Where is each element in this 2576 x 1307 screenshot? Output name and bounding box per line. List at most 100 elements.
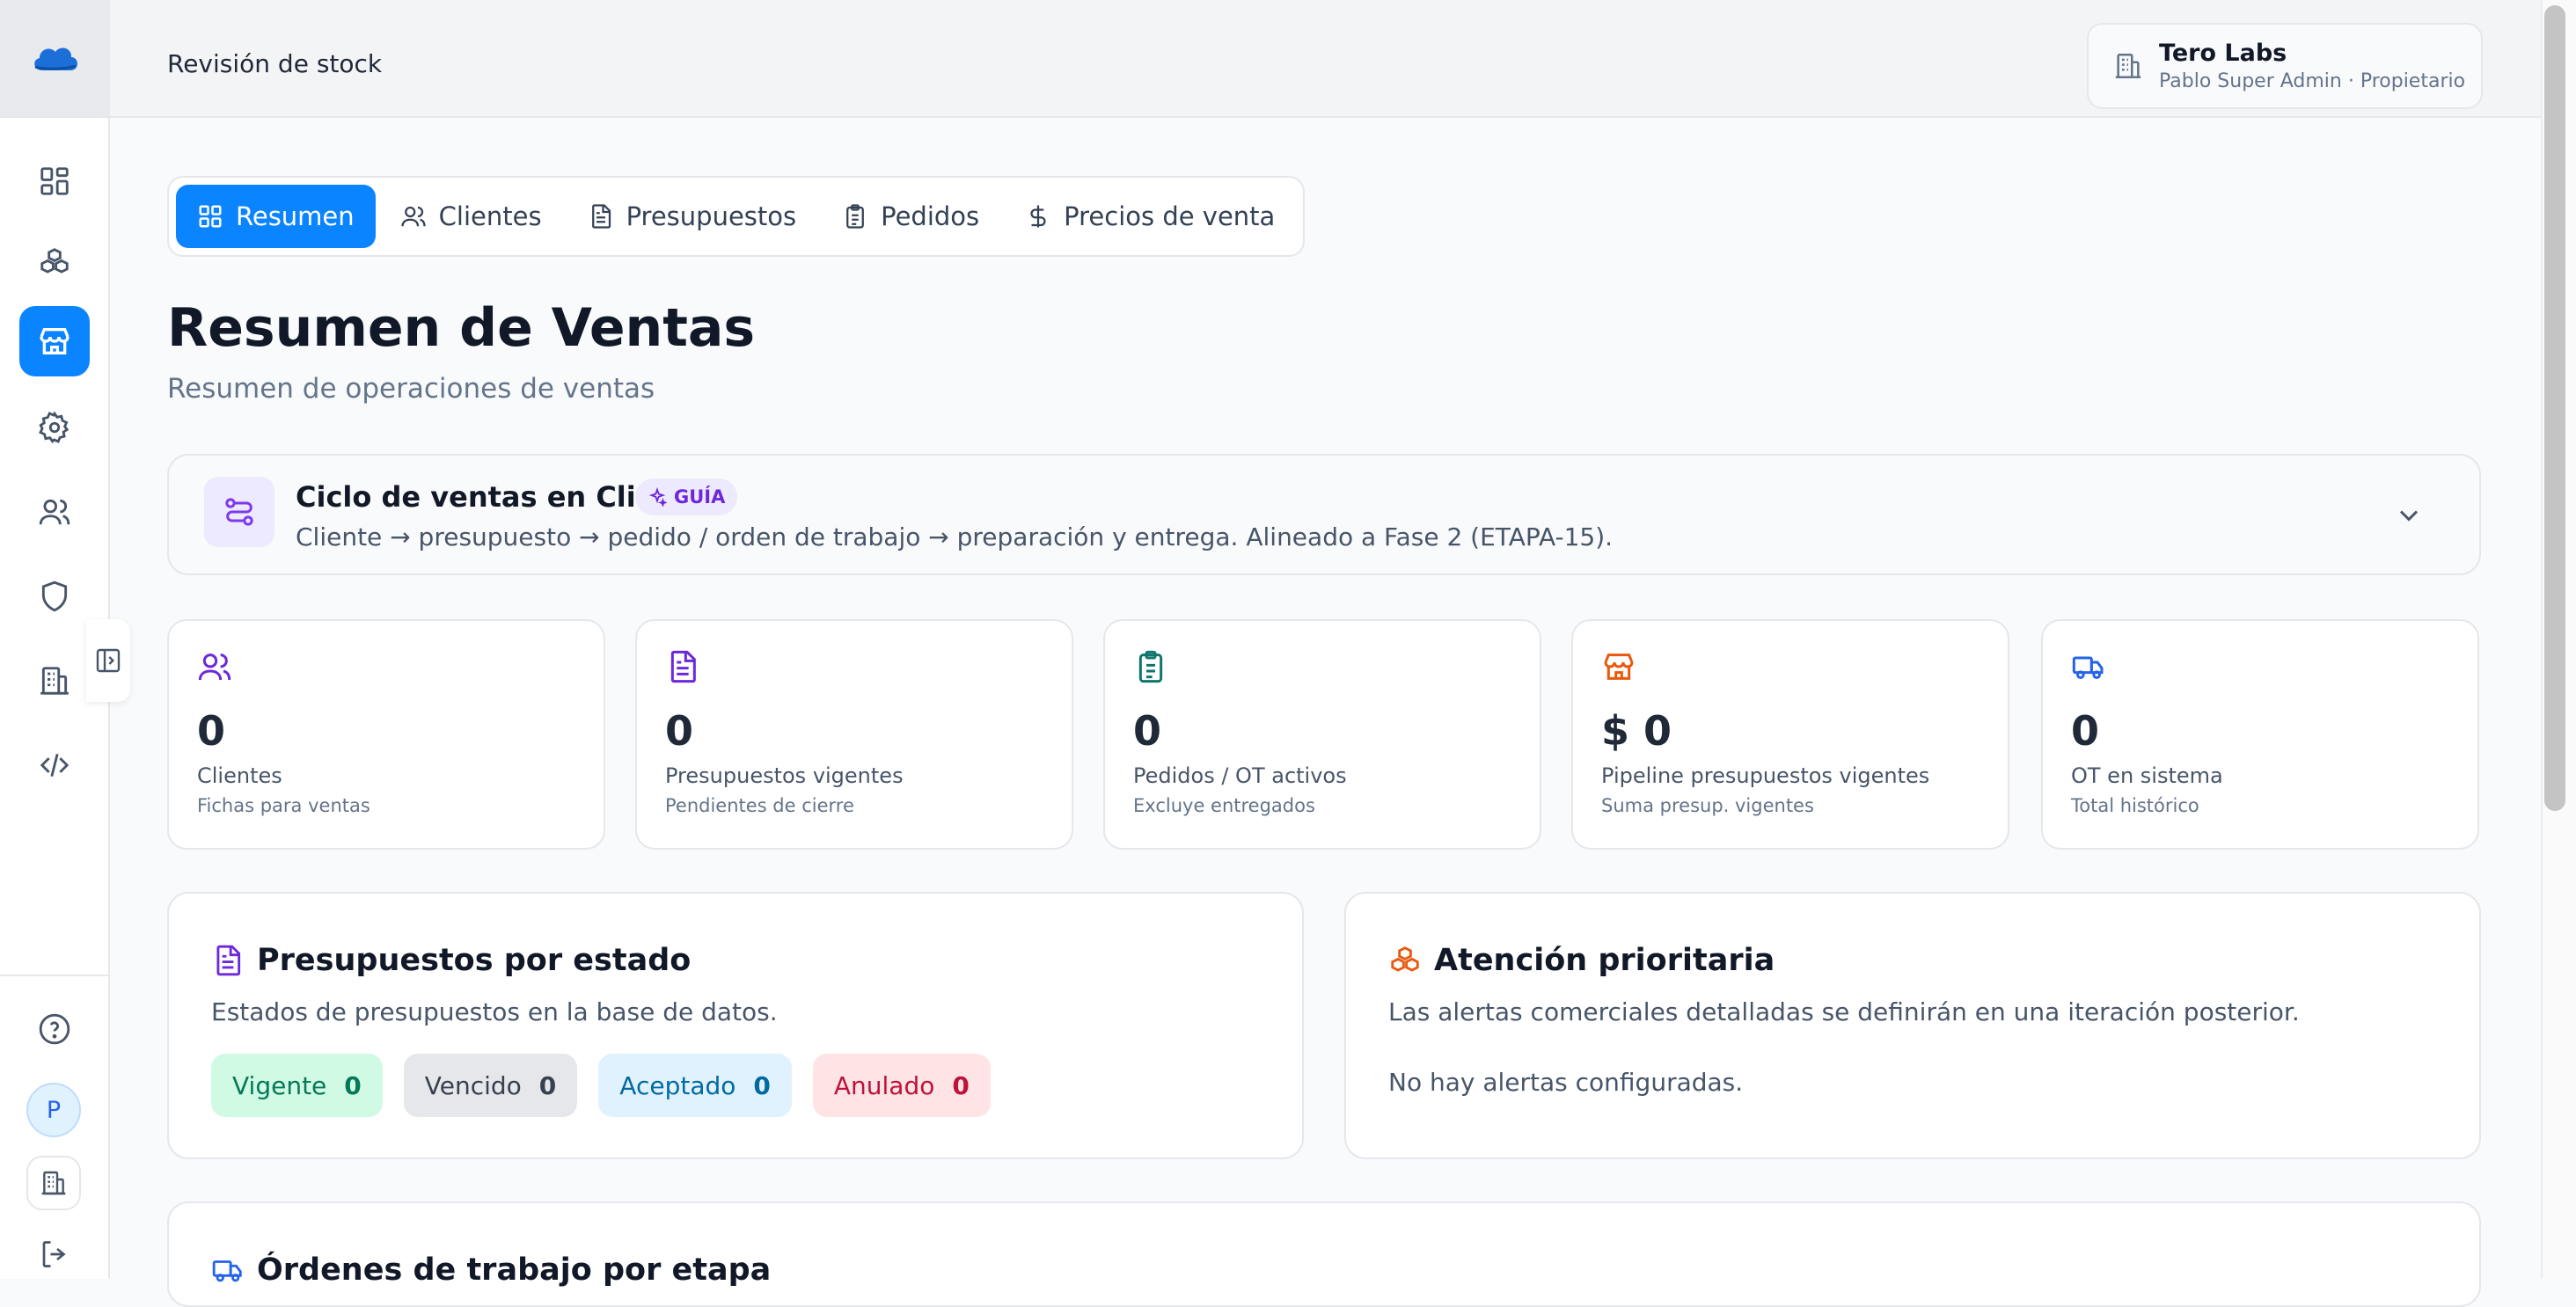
- building-icon: [40, 1169, 68, 1197]
- tab-presupuestos[interactable]: Presupuestos: [567, 185, 818, 248]
- help-circle-icon: [38, 1012, 71, 1046]
- sidebar-item-users[interactable]: [19, 477, 90, 547]
- tab-label: Precios de venta: [1064, 201, 1276, 231]
- quotes-by-status-panel: Presupuestos por estado Estados de presu…: [167, 892, 1304, 1159]
- org-name: Tero Labs: [2159, 40, 2287, 67]
- status-count: 0: [344, 1070, 362, 1100]
- store-icon: [37, 324, 72, 359]
- sidebar-item-developer[interactable]: [19, 730, 90, 800]
- panel-title: Atención prioritaria: [1434, 943, 1775, 978]
- chevron-down-icon[interactable]: [2393, 500, 2425, 531]
- stat-card-pedidos: 0 Pedidos / OT activos Excluye entregado…: [1103, 619, 1541, 850]
- status-pill-anulado[interactable]: Anulado 0: [812, 1054, 991, 1117]
- sidebar-item-security[interactable]: [19, 561, 90, 632]
- tab-clientes[interactable]: Clientes: [379, 185, 563, 248]
- cloud-logo-icon: [30, 40, 81, 76]
- tab-pedidos[interactable]: Pedidos: [821, 185, 1000, 248]
- help-button[interactable]: [19, 994, 90, 1064]
- guide-title: Ciclo de ventas en Clink: [296, 480, 675, 514]
- shield-icon: [38, 580, 71, 613]
- panel-title: Presupuestos por estado: [257, 943, 692, 978]
- building-icon: [2113, 51, 2143, 81]
- users-icon: [38, 495, 71, 529]
- status-count: 0: [952, 1070, 970, 1100]
- stat-card-presupuestos: 0 Presupuestos vigentes Pendientes de ci…: [635, 619, 1073, 850]
- stat-value: 0: [665, 707, 694, 755]
- panel-expand-icon: [94, 646, 122, 675]
- document-icon: [665, 649, 700, 684]
- panel-header: Presupuestos por estado: [211, 943, 691, 978]
- sidebar-item-sales[interactable]: [19, 306, 90, 376]
- stat-label: Pipeline presupuestos vigentes: [1601, 763, 1930, 788]
- panel-description: Las alertas comerciales detalladas se de…: [1388, 997, 2300, 1026]
- clipboard-icon: [1133, 649, 1168, 684]
- guide-badge-label: GUÍA: [674, 486, 726, 507]
- sales-tabs: Resumen Clientes Presupuestos Pedidos Pr…: [167, 176, 1306, 257]
- work-orders-by-stage-panel: Órdenes de trabajo por etapa: [167, 1201, 2481, 1307]
- status-pill-vigente[interactable]: Vigente 0: [211, 1054, 383, 1117]
- status-label: Vigente: [232, 1070, 327, 1100]
- status-count: 0: [753, 1070, 771, 1100]
- status-count: 0: [538, 1070, 557, 1100]
- sidebar-item-settings[interactable]: [19, 392, 90, 463]
- sidebar-collapse-toggle[interactable]: [86, 619, 130, 702]
- top-header: Revisión de stock Tero Labs Pablo Super …: [110, 0, 2541, 118]
- boxes-icon: [38, 245, 71, 279]
- stat-label: Pedidos / OT activos: [1133, 763, 1347, 788]
- panel-header: Órdenes de trabajo por etapa: [211, 1252, 771, 1288]
- code-icon: [38, 748, 71, 782]
- document-icon: [588, 203, 614, 230]
- page-subtitle: Resumen de operaciones de ventas: [167, 373, 655, 405]
- stat-sublabel: Excluye entregados: [1133, 795, 1315, 816]
- clipboard-icon: [842, 203, 868, 230]
- sales-cycle-guide[interactable]: Ciclo de ventas en Clink GUÍA Cliente → …: [167, 454, 2481, 575]
- stat-value: 0: [2071, 707, 2100, 755]
- status-pill-aceptado[interactable]: Aceptado 0: [598, 1054, 792, 1117]
- tab-label: Clientes: [438, 201, 542, 231]
- scrollbar-thumb[interactable]: [2544, 5, 2565, 811]
- stat-label: Presupuestos vigentes: [665, 763, 904, 788]
- stat-label: Clientes: [197, 763, 282, 788]
- avatar[interactable]: P: [26, 1083, 81, 1137]
- stat-value: 0: [197, 707, 226, 755]
- sparkles-icon: [648, 487, 667, 507]
- page-title: Resumen de Ventas: [167, 297, 756, 359]
- stat-sublabel: Total histórico: [2071, 795, 2199, 816]
- panel-description: Estados de presupuestos en la base de da…: [211, 997, 778, 1026]
- sidebar-item-dashboard[interactable]: [19, 146, 90, 216]
- priority-attention-panel: Atención prioritaria Las alertas comerci…: [1344, 892, 2481, 1159]
- stat-card-pipeline: $ 0 Pipeline presupuestos vigentes Suma …: [1571, 619, 2009, 850]
- document-icon: [211, 944, 245, 977]
- stat-value: $ 0: [1601, 707, 1672, 755]
- status-label: Aceptado: [619, 1070, 736, 1100]
- truck-icon: [2071, 649, 2106, 684]
- org-switcher[interactable]: Tero Labs Pablo Super Admin · Propietari…: [2087, 23, 2483, 109]
- dashboard-icon: [38, 164, 71, 198]
- tab-precios-de-venta[interactable]: Precios de venta: [1004, 185, 1296, 248]
- empty-alerts-note: No hay alertas configuradas.: [1388, 1068, 1744, 1097]
- sidebar-item-organization[interactable]: [19, 646, 90, 716]
- stat-sublabel: Suma presup. vigentes: [1601, 795, 1814, 816]
- tab-resumen[interactable]: Resumen: [176, 185, 376, 248]
- org-user-role: Pablo Super Admin · Propietario: [2159, 70, 2466, 92]
- store-icon: [1601, 649, 1636, 684]
- sidebar-item-inventory[interactable]: [19, 227, 90, 297]
- org-switch-button[interactable]: [26, 1156, 81, 1210]
- stat-sublabel: Fichas para ventas: [197, 795, 370, 816]
- users-icon: [400, 203, 427, 230]
- status-pills: Vigente 0 Vencido 0 Aceptado 0 Anulado 0: [211, 1054, 991, 1117]
- sidebar-divider: [0, 975, 108, 976]
- app-logo[interactable]: [0, 0, 110, 118]
- panel-title: Órdenes de trabajo por etapa: [257, 1252, 772, 1288]
- status-pill-vencido[interactable]: Vencido 0: [403, 1054, 578, 1117]
- tab-label: Resumen: [236, 201, 355, 231]
- guide-description: Cliente → presupuesto → pedido / orden d…: [296, 522, 1614, 551]
- tab-label: Presupuestos: [626, 201, 797, 231]
- panel-header: Atención prioritaria: [1388, 943, 1775, 978]
- logout-button[interactable]: [19, 1230, 90, 1279]
- status-label: Anulado: [833, 1070, 935, 1100]
- workflow-icon: [204, 477, 274, 547]
- boxes-icon: [1388, 944, 1422, 977]
- stat-card-clientes: 0 Clientes Fichas para ventas: [167, 619, 605, 850]
- building-icon: [38, 664, 71, 697]
